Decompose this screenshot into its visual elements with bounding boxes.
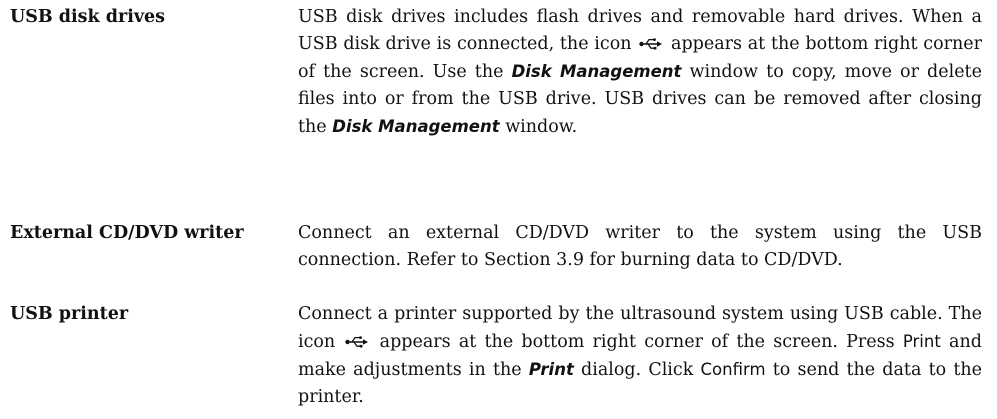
term-external-cd-dvd-writer: External CD/DVD writer bbox=[10, 223, 244, 243]
definition-text: dialog. Click bbox=[581, 360, 694, 380]
definition-row-usb-disk-drives: USB disk drives USB disk drives includes… bbox=[10, 4, 982, 141]
definition-row-usb-printer: USB printer Connect a printer supported … bbox=[10, 301, 982, 411]
key-confirm: Confirm bbox=[700, 360, 766, 379]
definition-row-external-cd-dvd-writer: External CD/DVD writer Connect an extern… bbox=[10, 220, 982, 274]
usb-icon bbox=[639, 37, 663, 51]
ui-reference-print-dialog: Print bbox=[528, 360, 574, 379]
document-page: USB disk drives USB disk drives includes… bbox=[0, 0, 997, 419]
ui-reference-disk-management: Disk Management bbox=[511, 62, 682, 81]
term-usb-disk-drives: USB disk drives bbox=[10, 7, 165, 27]
definition-external-cd-dvd-writer: Connect an external CD/DVD writer to the… bbox=[298, 220, 982, 274]
definition-usb-disk-drives: USB disk drives includes flash drives an… bbox=[298, 4, 982, 141]
definition-text: appears at the bottom right corner of th… bbox=[379, 332, 895, 352]
definition-usb-printer: Connect a printer supported by the ultra… bbox=[298, 301, 982, 411]
key-print: Print bbox=[902, 332, 941, 351]
ui-reference-disk-management: Disk Management bbox=[332, 117, 500, 136]
definition-text: Connect an external CD/DVD writer to the… bbox=[298, 223, 982, 270]
usb-icon bbox=[345, 335, 369, 349]
term-usb-printer: USB printer bbox=[10, 304, 129, 324]
definition-text: window. bbox=[505, 117, 578, 137]
